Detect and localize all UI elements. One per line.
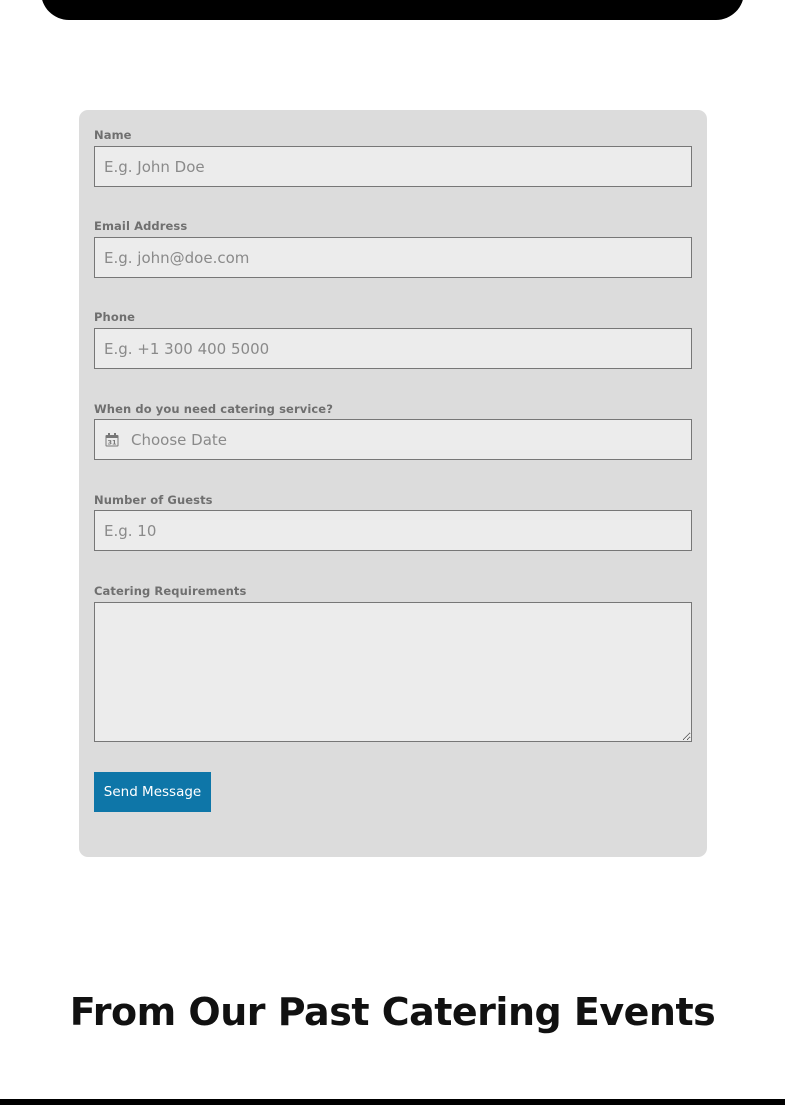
phone-input[interactable] bbox=[94, 328, 692, 369]
bottom-bar bbox=[0, 1099, 785, 1105]
date-label: When do you need catering service? bbox=[94, 402, 333, 416]
page: Name Email Address Phone When do you nee… bbox=[0, 0, 785, 1105]
guests-label: Number of Guests bbox=[94, 493, 213, 507]
name-input[interactable] bbox=[94, 146, 692, 187]
catering-contact-form: Name Email Address Phone When do you nee… bbox=[79, 110, 707, 857]
email-label: Email Address bbox=[94, 219, 188, 233]
email-input[interactable] bbox=[94, 237, 692, 278]
requirements-label: Catering Requirements bbox=[94, 584, 247, 598]
guests-input[interactable] bbox=[94, 510, 692, 551]
requirements-textarea[interactable] bbox=[94, 602, 692, 742]
date-input[interactable] bbox=[131, 420, 691, 459]
top-banner-bar bbox=[41, 0, 744, 20]
name-label: Name bbox=[94, 128, 132, 142]
date-field[interactable]: 31 bbox=[94, 419, 692, 460]
calendar-icon-day: 31 bbox=[107, 438, 117, 446]
send-message-button[interactable]: Send Message bbox=[94, 772, 211, 812]
gallery-heading: From Our Past Catering Events bbox=[69, 990, 716, 1034]
phone-label: Phone bbox=[94, 310, 136, 324]
calendar-icon: 31 bbox=[105, 432, 119, 446]
